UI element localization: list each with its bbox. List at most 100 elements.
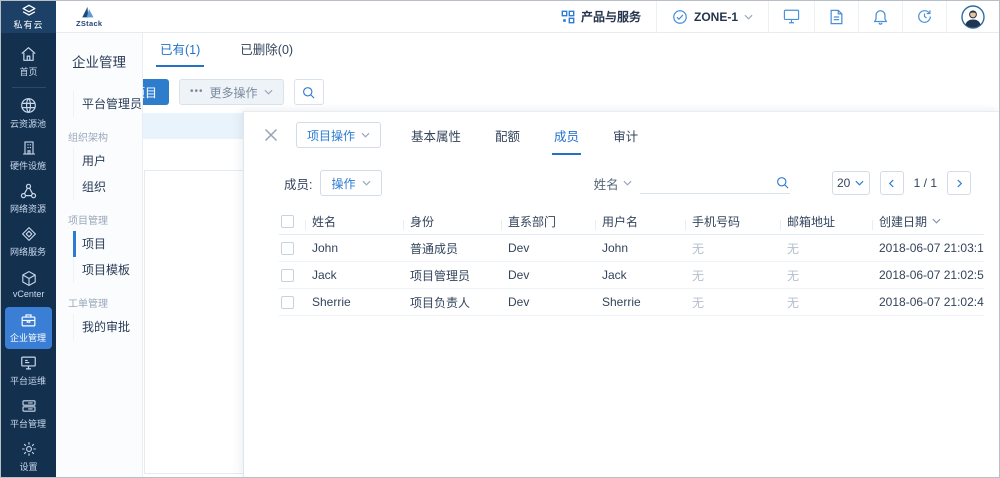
user-avatar[interactable] bbox=[947, 1, 999, 32]
table-header-row: 姓名 身份 直系部门 用户名 手机号码 邮箱地址 创建日期 bbox=[279, 208, 984, 235]
cell-email: 无 bbox=[780, 294, 872, 311]
cell-department: Dev bbox=[501, 241, 595, 255]
create-project-button[interactable]: 创建项目 bbox=[143, 79, 169, 105]
cell-created-date: 2018-06-07 21:02:54 bbox=[872, 268, 984, 282]
server-icon bbox=[21, 398, 37, 414]
prev-page-button[interactable] bbox=[880, 171, 904, 195]
sidebar-item-label: vCenter bbox=[13, 289, 45, 299]
cell-phone: 无 bbox=[685, 240, 780, 257]
page-size-select[interactable]: 20 bbox=[832, 171, 870, 195]
sidebar-item-network-services[interactable]: 网络服务 bbox=[5, 221, 52, 263]
search-field-label: 姓名 bbox=[594, 174, 619, 193]
tab-audit[interactable]: 审计 bbox=[611, 118, 640, 153]
sort-chevron-icon bbox=[932, 218, 941, 224]
more-actions-button[interactable]: ••• 更多操作 bbox=[179, 79, 284, 105]
col-name[interactable]: 姓名 bbox=[305, 213, 403, 230]
sidebar-item-label: 平台管理 bbox=[10, 416, 46, 429]
products-services-menu[interactable]: 产品与服务 bbox=[546, 1, 656, 32]
document-button[interactable] bbox=[815, 1, 858, 32]
monitor-icon bbox=[20, 355, 37, 371]
members-label: 成员: bbox=[284, 174, 312, 193]
brand-label: 私有云 bbox=[13, 18, 43, 31]
sidebar-item-label: 平台运维 bbox=[10, 373, 46, 386]
sidebar-item-network-resources[interactable]: 网络资源 bbox=[5, 178, 52, 220]
sidebar-item-cloud-pool[interactable]: 云资源池 bbox=[5, 92, 52, 134]
col-role[interactable]: 身份 bbox=[403, 213, 501, 230]
cell-created-date: 2018-06-07 21:02:40 bbox=[872, 295, 984, 309]
submenu-item-orgs[interactable]: 组织 bbox=[73, 174, 142, 200]
sidebar-item-vcenter[interactable]: vCenter bbox=[5, 264, 52, 306]
cell-username: Sherrie bbox=[595, 295, 685, 309]
console-button[interactable] bbox=[769, 1, 814, 32]
submenu-item-project-templates[interactable]: 项目模板 bbox=[73, 257, 142, 283]
panel-header: 项目操作 基本属性 配额 成员 审计 bbox=[244, 112, 999, 154]
submenu-item-users[interactable]: 用户 bbox=[73, 148, 142, 174]
sidebar-item-hardware[interactable]: 硬件设施 bbox=[5, 135, 52, 177]
member-actions-label: 操作 bbox=[331, 175, 355, 192]
private-cloud-brand: 私有云 bbox=[1, 1, 56, 33]
sidebar-item-home[interactable]: 首页 bbox=[5, 41, 52, 83]
row-checkbox[interactable] bbox=[281, 242, 294, 255]
submenu-item-projects[interactable]: 项目 bbox=[73, 231, 142, 257]
members-toolbar: 成员: 操作 姓名 20 bbox=[284, 170, 971, 196]
layers-icon bbox=[21, 4, 37, 17]
search-icon[interactable] bbox=[775, 175, 790, 190]
col-created-date[interactable]: 创建日期 bbox=[872, 213, 984, 230]
topbar-actions: 产品与服务 ZONE-1 bbox=[546, 1, 999, 32]
project-actions-button[interactable]: 项目操作 bbox=[296, 122, 381, 148]
submenu-enterprise: 企业管理 平台管理员 组织架构 用户 组织 项目管理 项目 项目模板 工单管理 … bbox=[56, 33, 143, 477]
row-checkbox[interactable] bbox=[281, 269, 294, 282]
tab-members[interactable]: 成员 bbox=[552, 118, 581, 153]
selected-project-row[interactable] bbox=[143, 113, 245, 139]
member-actions-button[interactable]: 操作 bbox=[320, 170, 381, 196]
sidebar-item-label: 网络资源 bbox=[10, 201, 46, 214]
table-row[interactable]: Sherrie 项目负责人 Dev Sherrie 无 无 2018-06-07… bbox=[279, 289, 984, 316]
table-row[interactable]: John 普通成员 Dev John 无 无 2018-06-07 21:03:… bbox=[279, 235, 984, 262]
zstack-console: 私有云 ZStack 产品与服务 bbox=[0, 0, 1000, 478]
cell-department: Dev bbox=[501, 295, 595, 309]
zone-selector[interactable]: ZONE-1 bbox=[657, 1, 768, 32]
member-search-input[interactable] bbox=[640, 172, 766, 192]
cube-icon bbox=[21, 270, 37, 287]
col-phone[interactable]: 手机号码 bbox=[685, 213, 780, 230]
close-icon[interactable] bbox=[264, 128, 278, 142]
members-search-pagination: 姓名 20 1 / 1 bbox=[594, 171, 971, 195]
building-icon bbox=[21, 140, 37, 156]
members-table: 姓名 身份 直系部门 用户名 手机号码 邮箱地址 创建日期 John 普通成员 … bbox=[279, 208, 984, 316]
sidebar-item-enterprise[interactable]: 企业管理 bbox=[5, 307, 52, 349]
list-toolbar: 创建项目 ••• 更多操作 bbox=[143, 79, 999, 105]
col-created-date-label: 创建日期 bbox=[879, 213, 927, 230]
tab-quota[interactable]: 配额 bbox=[493, 118, 522, 153]
history-button[interactable] bbox=[903, 1, 946, 32]
select-all-checkbox[interactable] bbox=[281, 215, 294, 228]
home-icon bbox=[20, 46, 37, 62]
notifications-button[interactable] bbox=[859, 1, 902, 32]
submenu-item-my-approvals[interactable]: 我的审批 bbox=[73, 314, 142, 340]
cell-department: Dev bbox=[501, 268, 595, 282]
tab-basic-properties[interactable]: 基本属性 bbox=[409, 118, 463, 153]
cell-email: 无 bbox=[780, 267, 872, 284]
member-search bbox=[640, 172, 790, 194]
search-field-selector[interactable]: 姓名 bbox=[594, 174, 632, 193]
tab-existing[interactable]: 已有(1) bbox=[156, 33, 204, 67]
search-icon bbox=[301, 85, 316, 100]
project-actions-label: 项目操作 bbox=[307, 127, 355, 144]
sidebar-item-settings[interactable]: 设置 bbox=[5, 436, 52, 478]
cell-created-date: 2018-06-07 21:03:12 bbox=[872, 241, 984, 255]
col-username[interactable]: 用户名 bbox=[595, 213, 685, 230]
gear-icon bbox=[21, 441, 37, 457]
next-page-button[interactable] bbox=[947, 171, 971, 195]
cell-name: Sherrie bbox=[305, 295, 403, 309]
sidebar-item-platform-ops[interactable]: 平台运维 bbox=[5, 350, 52, 392]
tab-deleted[interactable]: 已删除(0) bbox=[236, 33, 297, 67]
table-row[interactable]: Jack 项目管理员 Dev Jack 无 无 2018-06-07 21:02… bbox=[279, 262, 984, 289]
col-email[interactable]: 邮箱地址 bbox=[780, 213, 872, 230]
sidebar-item-label: 设置 bbox=[19, 459, 37, 472]
cell-role: 项目负责人 bbox=[403, 294, 501, 311]
sidebar-item-platform-mgmt[interactable]: 平台管理 bbox=[5, 393, 52, 435]
zstack-logo: ZStack bbox=[76, 6, 102, 28]
search-button[interactable] bbox=[294, 79, 324, 105]
row-checkbox[interactable] bbox=[281, 296, 294, 309]
col-department[interactable]: 直系部门 bbox=[501, 213, 595, 230]
submenu-item-platform-admin[interactable]: 平台管理员 bbox=[73, 91, 142, 117]
